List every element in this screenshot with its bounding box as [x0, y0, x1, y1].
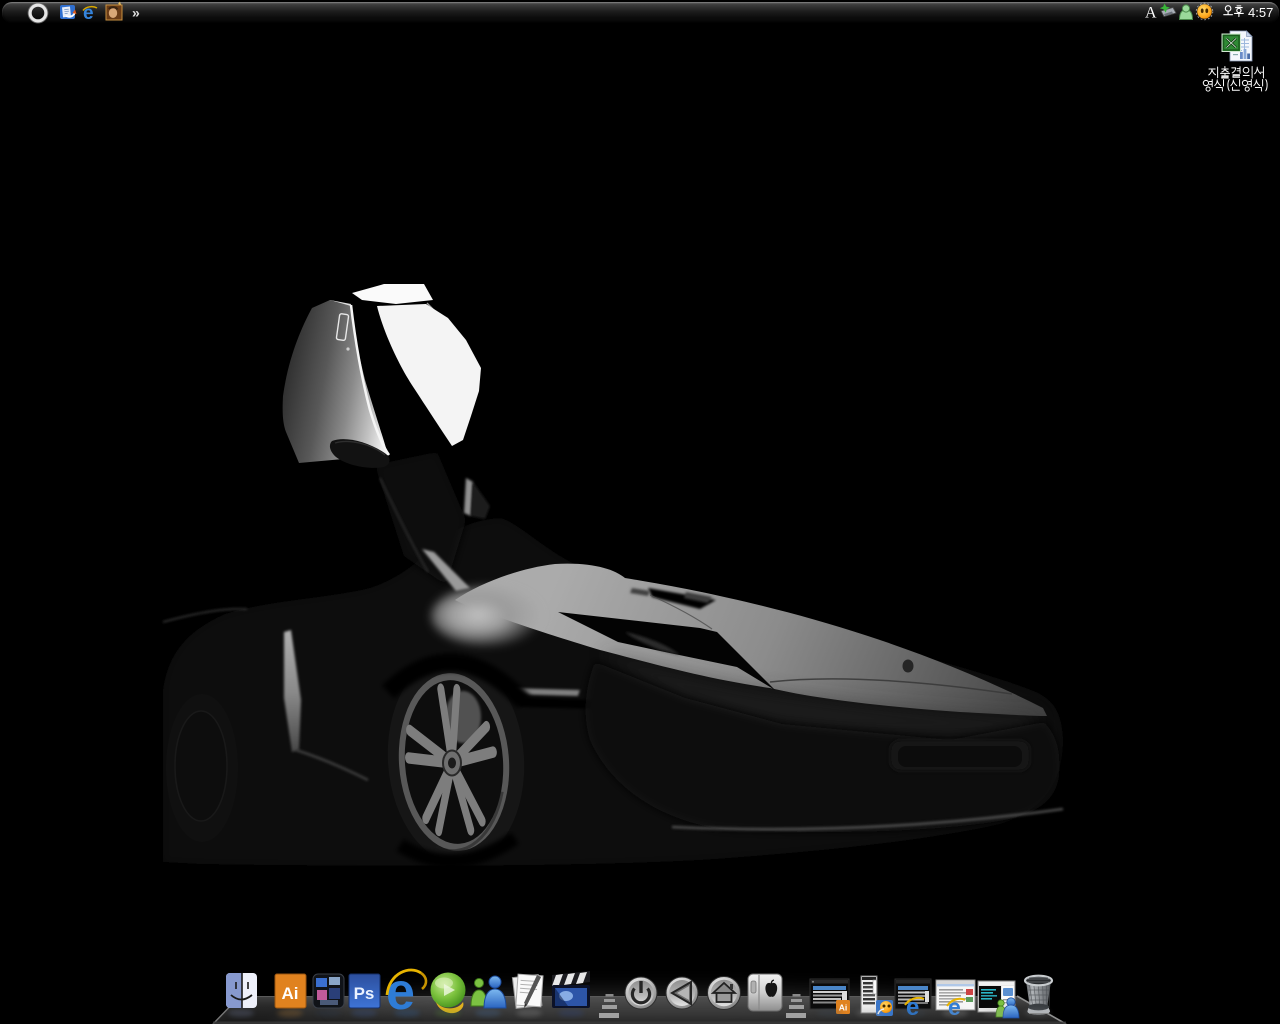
svg-text:»: »	[132, 5, 140, 21]
svg-text:Ps: Ps	[354, 984, 375, 1003]
svg-text:4:57: 4:57	[1248, 5, 1273, 20]
svg-text:Ai: Ai	[282, 984, 299, 1003]
svg-text:A: A	[1145, 5, 1157, 22]
